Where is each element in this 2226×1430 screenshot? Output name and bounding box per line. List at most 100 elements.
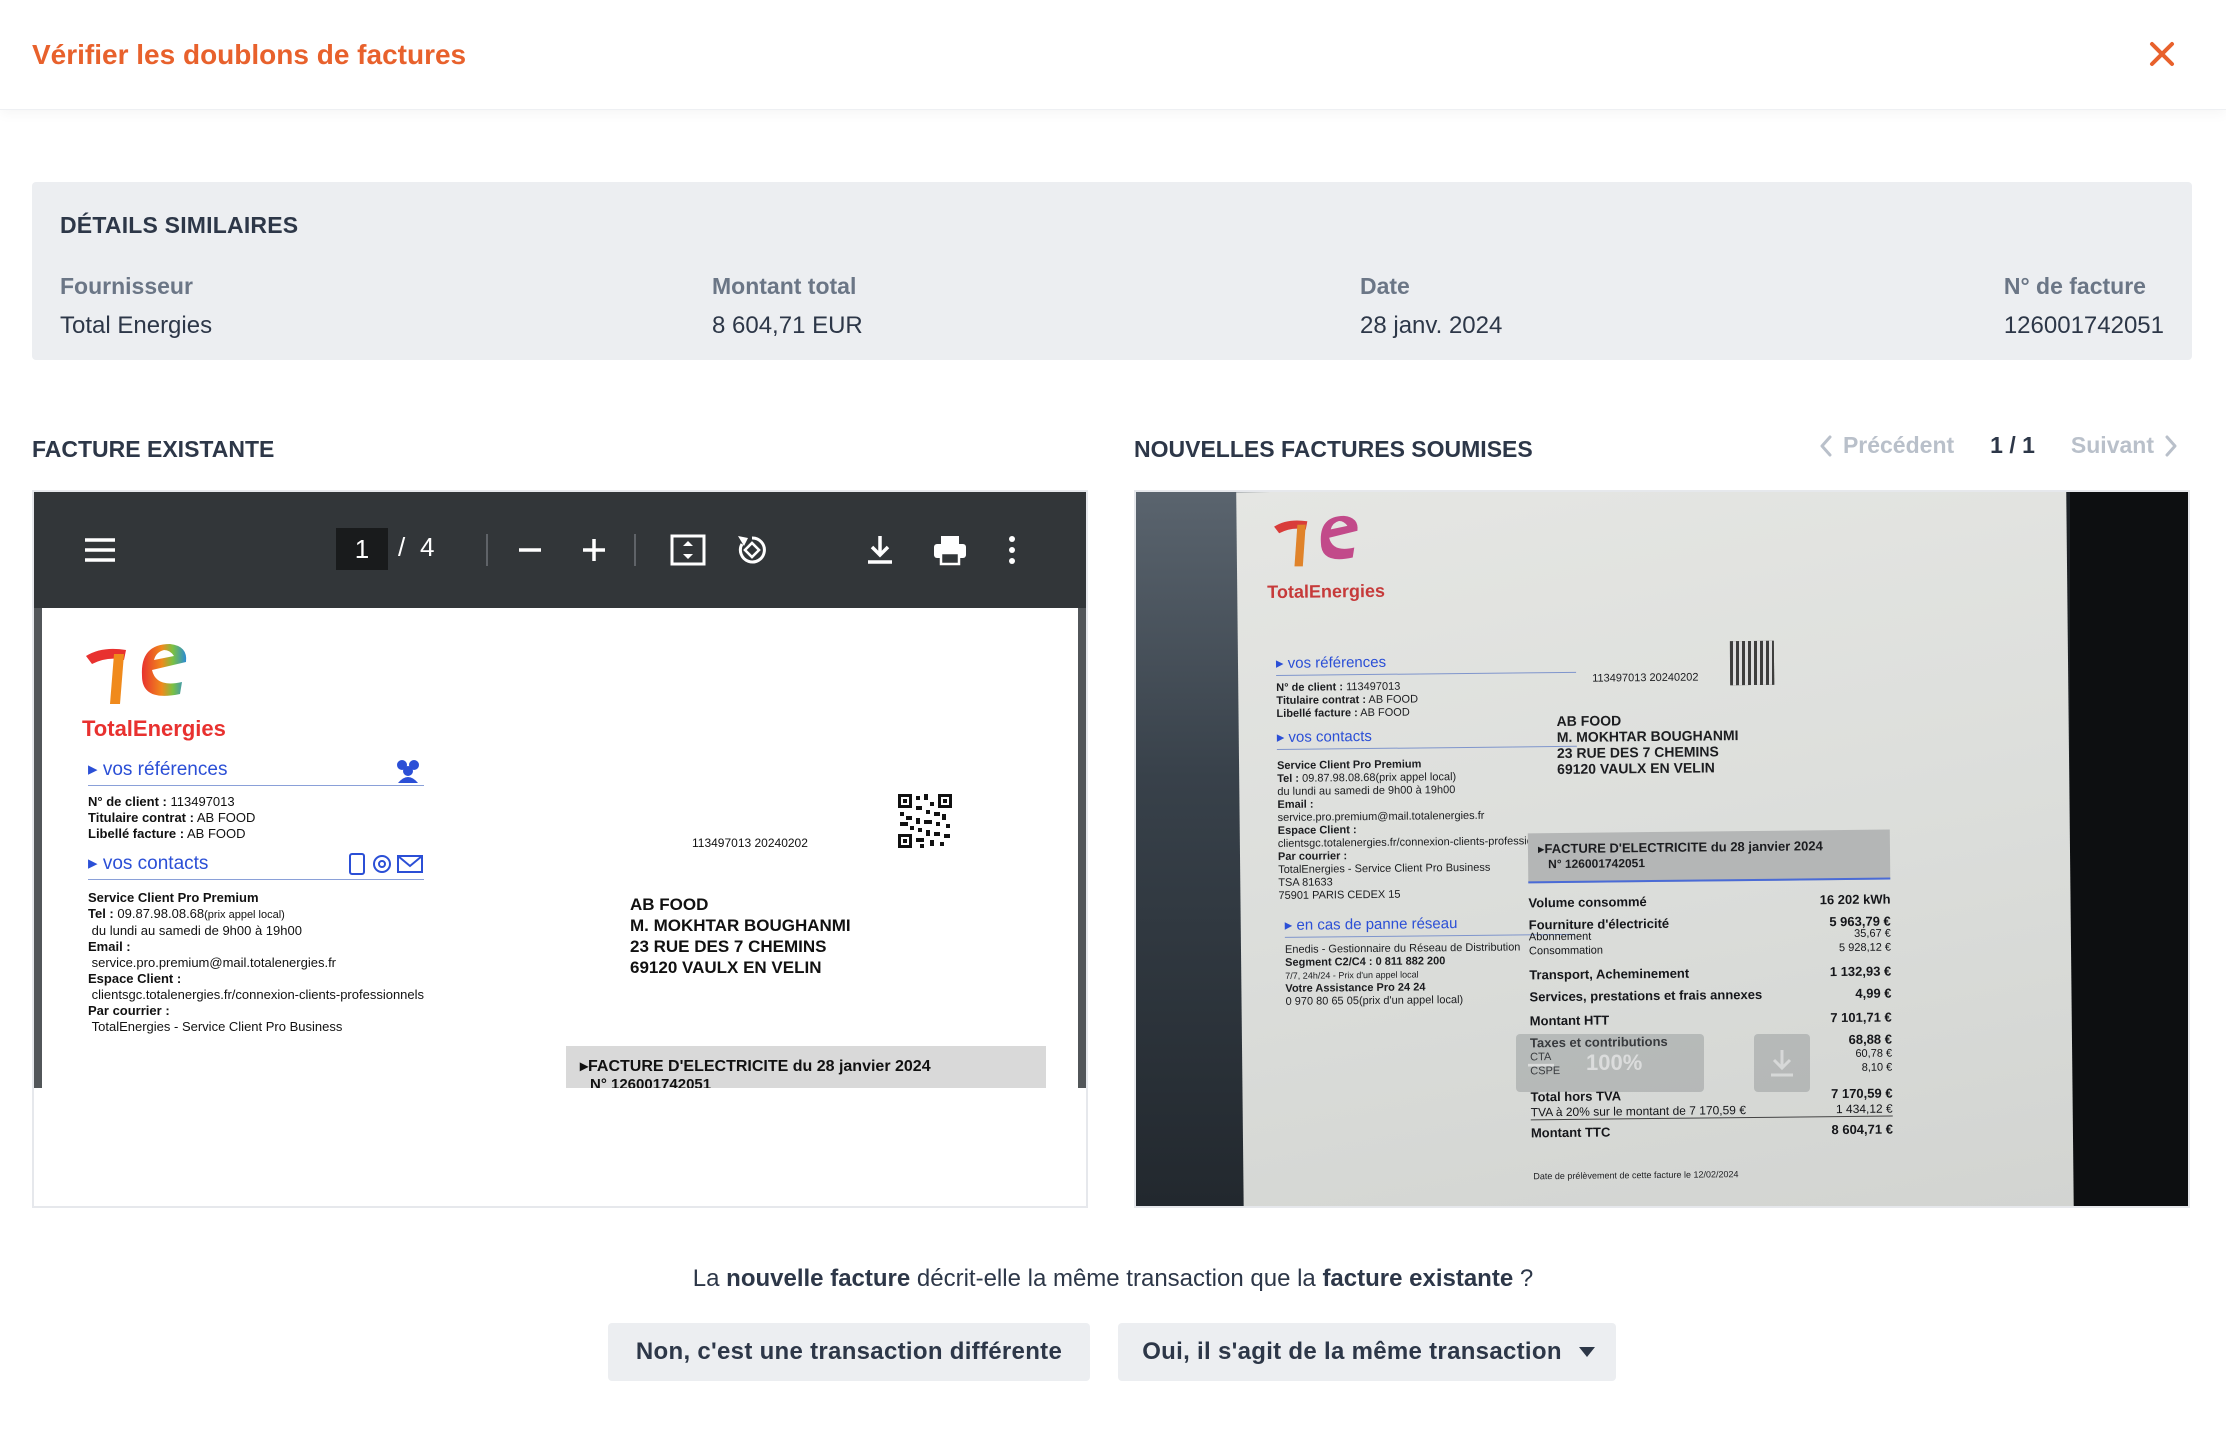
amount-row: Montant HTT 7 101,71 € (1529, 1009, 1892, 1029)
amount-row: Transport, Acheminement 1 132,93 € (1529, 963, 1892, 983)
duplicate-question: La nouvelle facture décrit-elle la même … (692, 1265, 1534, 1292)
amount-row: Volume consommé 16 202 kWh (1528, 891, 1891, 911)
total-amount-label: Montant total (712, 273, 857, 299)
similar-details-fields: Fournisseur Total Energies Montant total… (60, 273, 2164, 353)
existing-invoice-title: FACTURE EXISTANTE (32, 436, 275, 462)
photo-panne-info: Enedis - Gestionnaire du Réseau de Distr… (1284, 941, 1521, 1008)
photo-sheet: TotalEnergies ▸ vos références N° de cli… (1236, 492, 2074, 1206)
minus-icon (519, 548, 541, 552)
print-button[interactable] (930, 530, 970, 570)
invoice-number-field: N° de facture 126001742051 (2004, 273, 2164, 340)
chevron-right-icon (2165, 435, 2177, 456)
photo-brand: TotalEnergies (1267, 580, 1386, 603)
fit-page-icon (670, 534, 706, 566)
toolbar-divider (486, 534, 488, 566)
brand-name: TotalEnergies (82, 716, 226, 741)
print-icon (934, 536, 966, 566)
photo-download-control[interactable] (1754, 1034, 1810, 1092)
download-icon (1771, 1050, 1793, 1077)
same-transaction-button[interactable]: Oui, il s'agit de la même transaction (1118, 1323, 1616, 1381)
photo-contacts-title: ▸ vos contacts (1276, 724, 1577, 750)
users-icon (397, 759, 419, 783)
amount-row: Consommation 5 928,12 € (1528, 941, 1892, 958)
chevron-left-icon (1820, 435, 1832, 456)
client-info: N° de client : 113497013 Titulaire contr… (88, 794, 256, 841)
rotate-icon (738, 536, 766, 564)
photo-barcode-text: 113497013 20240202 (1592, 671, 1699, 685)
more-vertical-icon (1009, 536, 1015, 564)
menu-button[interactable] (80, 530, 120, 570)
submitted-pager: Précédent 1 / 1 Suivant (1819, 432, 2178, 459)
previous-button[interactable]: Précédent (1819, 432, 1954, 459)
caret-down-icon (1579, 1347, 1595, 1357)
zoom-out-icon[interactable]: — (1528, 1048, 1554, 1079)
plus-icon (583, 539, 605, 561)
more-options-button[interactable] (992, 530, 1032, 570)
contact-info: Service Client Pro Premium Tel : 09.87.9… (88, 890, 425, 1034)
rotate-button[interactable] (732, 530, 772, 570)
zoom-out-button[interactable] (510, 530, 550, 570)
total-amount-value: 8 604,71 EUR (712, 312, 863, 339)
amount-row: Montant TTC 8 604,71 € (1530, 1121, 1893, 1141)
photo-footnote: Date de prélèvement de cette facture le … (1533, 1169, 1739, 1182)
page-number-input[interactable]: 1 (336, 528, 388, 570)
invoice-photo: TotalEnergies ▸ vos références N° de cli… (1136, 492, 2188, 1206)
close-button[interactable] (2142, 34, 2182, 74)
pager-count: 1 / 1 (1990, 432, 2035, 458)
submitted-invoices-title: NOUVELLES FACTURES SOUMISES (1134, 436, 1533, 462)
totalenergies-logo-icon (86, 644, 187, 704)
recipient-address: AB FOOD M. MOKHTAR BOUGHANMI 23 RUE DES … (630, 895, 851, 977)
close-icon (2150, 42, 2174, 66)
next-button[interactable]: Suivant (2071, 432, 2178, 459)
date-field: Date 28 janv. 2024 (1360, 273, 1502, 340)
photo-client-info: N° de client : 113497013 Titulaire contr… (1276, 680, 1419, 720)
different-transaction-button[interactable]: Non, c'est une transaction différente (608, 1323, 1090, 1381)
next-label: Suivant (2070, 432, 2154, 458)
references-title: ▸ vos références (88, 759, 228, 780)
photo-qr-code-icon (1729, 640, 1775, 686)
previous-label: Précédent (1842, 432, 1955, 458)
supplier-label: Fournisseur (60, 273, 193, 299)
date-value: 28 janv. 2024 (1360, 312, 1503, 339)
date-label: Date (1360, 273, 1410, 299)
photo-bill-header: ▸FACTURE D'ELECTRICITE du 28 janvier 202… (1527, 829, 1891, 884)
same-transaction-label: Oui, il s'agit de la même transaction (1142, 1338, 1562, 1365)
pdf-page: TotalEnergies ▸ vos références N° de cli… (42, 608, 1078, 1088)
pdf-toolbar: 1 / 4 (34, 492, 1086, 608)
contact-icons (349, 852, 423, 875)
supplier-field: Fournisseur Total Energies (60, 273, 212, 340)
totalenergies-logo-icon (1274, 515, 1358, 567)
zoom-level: 100% (1586, 1050, 1643, 1075)
fit-page-button[interactable] (668, 530, 708, 570)
supplier-value: Total Energies (60, 312, 213, 339)
zoom-in-button[interactable] (574, 530, 614, 570)
amount-row: Abonnement 35,67 € (1528, 927, 1891, 944)
photo-zoom-control[interactable]: — 100% (1516, 1034, 1704, 1092)
references-header: ▸ vos références (88, 754, 424, 786)
invoice-number-label: N° de facture (2003, 273, 2146, 299)
pdf-canvas[interactable]: TotalEnergies ▸ vos références N° de cli… (34, 608, 1086, 1206)
qr-code-icon (896, 792, 954, 850)
bill-header: ▸FACTURE D'ELECTRICITE du 28 janvier 202… (566, 1046, 1046, 1088)
toolbar-divider (634, 534, 636, 566)
modal-title: Vérifier les doublons de factures (32, 38, 467, 70)
photo-references-title: ▸ vos références (1275, 650, 1577, 676)
download-button[interactable] (860, 530, 900, 570)
amount-row: Services, prestations et frais annexes 4,… (1529, 985, 1892, 1005)
invoice-number-value: 126001742051 (2003, 312, 2164, 339)
download-icon (868, 536, 892, 564)
photo-edge (2070, 492, 2188, 1206)
existing-invoice-viewer: 1 / 4 TotalEnergies ▸ vos références N° … (32, 490, 1088, 1208)
modal-header: Vérifier les doublons de factures (0, 0, 2226, 110)
similar-details-panel: DÉTAILS SIMILAIRES Fournisseur Total Ene… (32, 182, 2192, 360)
page-separator: / (398, 532, 406, 562)
submitted-invoice-preview[interactable]: TotalEnergies ▸ vos références N° de cli… (1134, 490, 2190, 1208)
photo-address: AB FOOD M. MOKHTAR BOUGHANMI 23 RUE DES … (1556, 712, 1739, 778)
amount-row: TVA à 20% sur le montant de 7 170,59 €1 … (1530, 1101, 1893, 1121)
page-total: 4 (420, 532, 435, 562)
barcode-text: 113497013 20240202 (692, 836, 808, 850)
contacts-title: ▸ vos contacts (88, 853, 209, 874)
similar-details-heading: DÉTAILS SIMILAIRES (60, 212, 299, 238)
hamburger-icon (85, 538, 115, 562)
total-amount-field: Montant total 8 604,71 EUR (712, 273, 863, 340)
